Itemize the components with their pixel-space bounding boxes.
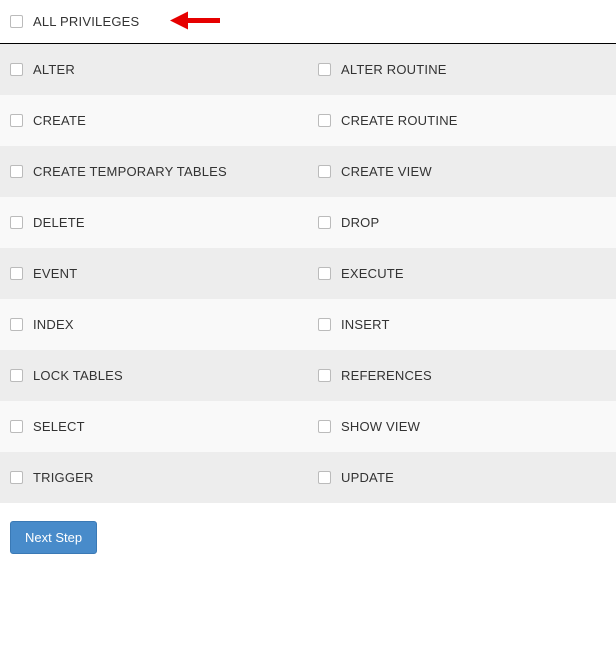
privilege-label[interactable]: ALTER: [33, 62, 75, 77]
privilege-cell: ALTER ROUTINE: [308, 44, 616, 95]
privilege-label[interactable]: REFERENCES: [341, 368, 432, 383]
checkbox[interactable]: [318, 471, 331, 484]
checkbox[interactable]: [318, 114, 331, 127]
privilege-cell: CREATE TEMPORARY TABLES: [0, 146, 308, 197]
privilege-label[interactable]: CREATE ROUTINE: [341, 113, 458, 128]
privilege-cell: SHOW VIEW: [308, 401, 616, 452]
privilege-label[interactable]: DELETE: [33, 215, 85, 230]
checkbox[interactable]: [318, 267, 331, 280]
checkbox[interactable]: [10, 114, 23, 127]
checkbox[interactable]: [10, 216, 23, 229]
checkbox-all-privileges[interactable]: [10, 15, 23, 28]
privilege-cell: DROP: [308, 197, 616, 248]
privilege-cell: EXECUTE: [308, 248, 616, 299]
privilege-label[interactable]: EXECUTE: [341, 266, 404, 281]
all-privileges-label[interactable]: ALL PRIVILEGES: [33, 14, 139, 29]
annotation-arrow-icon: [170, 8, 220, 35]
privilege-cell: INDEX: [0, 299, 308, 350]
privilege-cell: UPDATE: [308, 452, 616, 503]
privilege-label[interactable]: INDEX: [33, 317, 74, 332]
checkbox[interactable]: [318, 216, 331, 229]
privilege-cell: ALTER: [0, 44, 308, 95]
privilege-cell: SELECT: [0, 401, 308, 452]
button-bar: Next Step: [0, 503, 616, 554]
checkbox[interactable]: [318, 369, 331, 382]
privilege-label[interactable]: SELECT: [33, 419, 85, 434]
privilege-label[interactable]: EVENT: [33, 266, 77, 281]
checkbox[interactable]: [10, 471, 23, 484]
privilege-cell: INSERT: [308, 299, 616, 350]
privilege-cell: CREATE: [0, 95, 308, 146]
privilege-cell: REFERENCES: [308, 350, 616, 401]
checkbox[interactable]: [318, 318, 331, 331]
privilege-label[interactable]: TRIGGER: [33, 470, 94, 485]
checkbox[interactable]: [10, 318, 23, 331]
next-step-button[interactable]: Next Step: [10, 521, 97, 554]
privilege-label[interactable]: CREATE: [33, 113, 86, 128]
checkbox[interactable]: [318, 165, 331, 178]
privilege-label[interactable]: CREATE VIEW: [341, 164, 432, 179]
privilege-label[interactable]: UPDATE: [341, 470, 394, 485]
privilege-label[interactable]: ALTER ROUTINE: [341, 62, 447, 77]
checkbox[interactable]: [10, 63, 23, 76]
privilege-cell: TRIGGER: [0, 452, 308, 503]
privilege-label[interactable]: INSERT: [341, 317, 390, 332]
privilege-cell: DELETE: [0, 197, 308, 248]
privilege-label[interactable]: LOCK TABLES: [33, 368, 123, 383]
privilege-cell: CREATE ROUTINE: [308, 95, 616, 146]
annotation-scribble-icon: [225, 9, 425, 34]
checkbox[interactable]: [10, 420, 23, 433]
all-privileges-row: ALL PRIVILEGES: [0, 0, 616, 43]
checkbox[interactable]: [10, 165, 23, 178]
privilege-label[interactable]: DROP: [341, 215, 379, 230]
checkbox[interactable]: [318, 420, 331, 433]
privilege-label[interactable]: CREATE TEMPORARY TABLES: [33, 164, 227, 179]
checkbox[interactable]: [10, 267, 23, 280]
privilege-cell: CREATE VIEW: [308, 146, 616, 197]
checkbox[interactable]: [318, 63, 331, 76]
privilege-grid: ALTER ALTER ROUTINE CREATE CREATE ROUTINE CR…: [0, 44, 616, 503]
privilege-cell: EVENT: [0, 248, 308, 299]
privilege-label[interactable]: SHOW VIEW: [341, 419, 420, 434]
privilege-cell: LOCK TABLES: [0, 350, 308, 401]
checkbox[interactable]: [10, 369, 23, 382]
